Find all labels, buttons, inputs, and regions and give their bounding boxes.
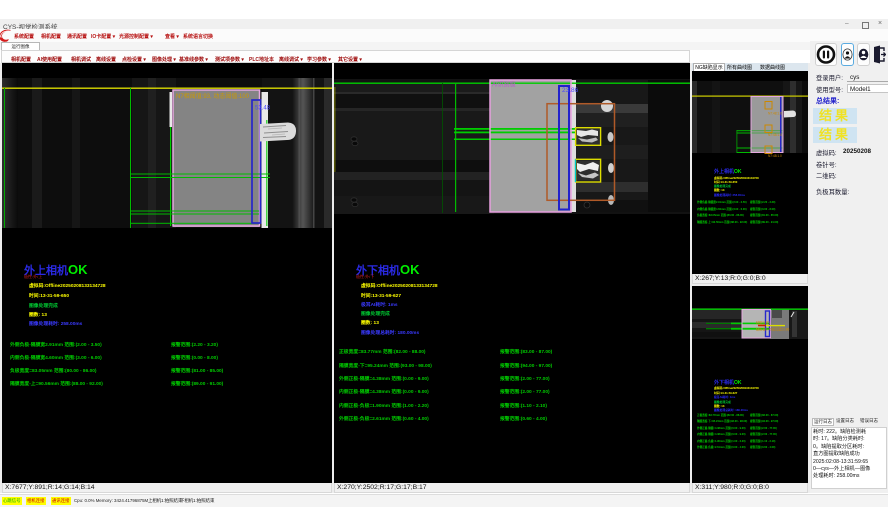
svg-text:53.48: 53.48	[255, 106, 271, 112]
svg-text:23.86: 23.86	[562, 87, 579, 94]
svg-text:N7相阈值:93, 动态阈值:100: N7相阈值:93, 动态阈值:100	[176, 92, 250, 100]
svg-text:AI识别极: AI识别极	[492, 81, 516, 89]
svg-text:N7:48:1.0: N7:48:1.0	[768, 112, 782, 116]
svg-text:缺陷区域1: 缺陷区域1	[756, 320, 771, 325]
svg-text:N7:48:1.0: N7:48:1.0	[768, 133, 782, 137]
svg-text:N7:48:1.0: N7:48:1.0	[768, 154, 782, 158]
svg-text:缺陷宽0.46极耳宽23.86: 缺陷宽0.46极耳宽23.86	[756, 327, 790, 332]
